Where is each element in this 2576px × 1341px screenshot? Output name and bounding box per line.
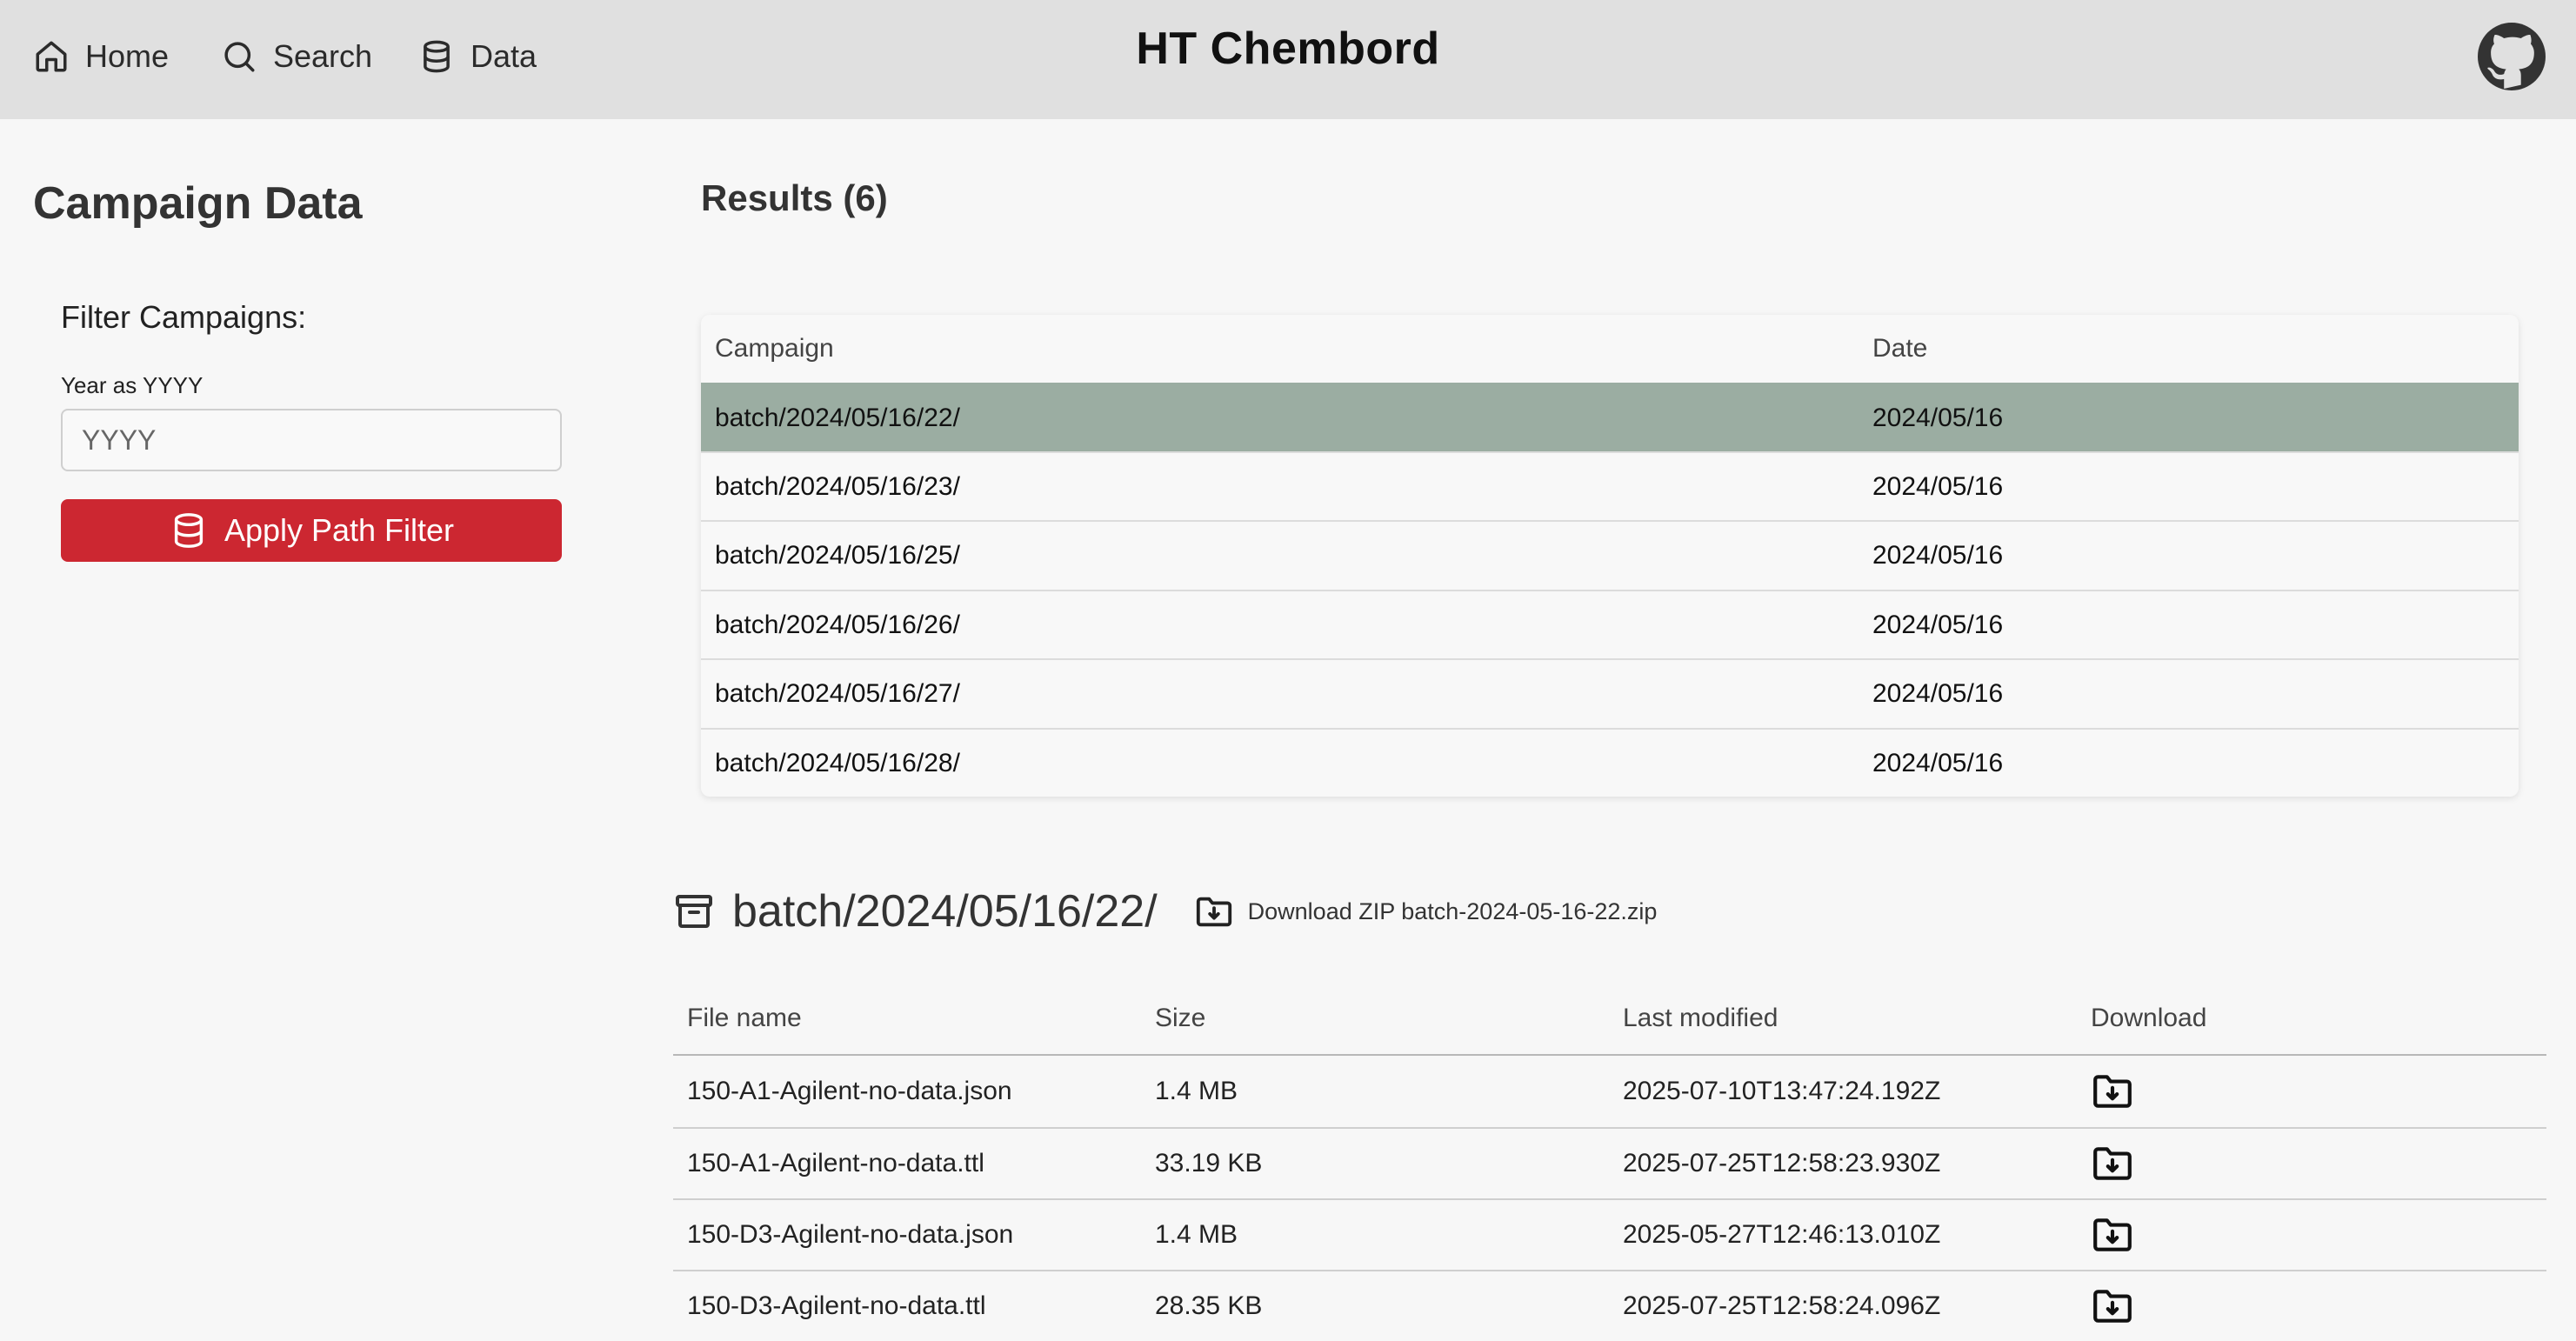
download-zip-link[interactable]: Download ZIP batch-2024-05-16-22.zip xyxy=(1194,891,1658,931)
file-name-cell: 150-D3-Agilent-no-data.ttl xyxy=(687,1291,986,1320)
column-header-download: Download xyxy=(2091,1004,2207,1032)
batch-name: batch/2024/05/16/22/ xyxy=(732,886,1158,937)
last-modified-cell: 2025-07-10T13:47:24.192Z xyxy=(1623,1077,1941,1105)
folder-download-icon xyxy=(2093,1147,2132,1180)
date-cell: 2024/05/16 xyxy=(1872,540,2004,570)
archive-icon xyxy=(673,891,715,932)
campaign-cell: batch/2024/05/16/28/ xyxy=(715,748,960,777)
file-download-button[interactable] xyxy=(2091,1286,2134,1326)
campaign-cell: batch/2024/05/16/27/ xyxy=(715,678,960,708)
file-download-button[interactable] xyxy=(2091,1071,2134,1111)
campaign-cell: batch/2024/05/16/23/ xyxy=(715,471,960,501)
database-icon xyxy=(169,510,209,550)
table-row: 150-A1-Agilent-no-data.json 1.4 MB 2025-… xyxy=(673,1056,2546,1127)
table-row: 150-D3-Agilent-no-data.json 1.4 MB 2025-… xyxy=(673,1198,2546,1270)
file-name-cell: 150-A1-Agilent-no-data.ttl xyxy=(687,1149,984,1178)
date-cell: 2024/05/16 xyxy=(1872,471,2004,501)
campaign-cell: batch/2024/05/16/26/ xyxy=(715,610,960,639)
app-title: HT Chembord xyxy=(1136,23,1440,74)
file-name-cell: 150-A1-Agilent-no-data.json xyxy=(687,1077,1012,1105)
last-modified-cell: 2025-05-27T12:46:13.010Z xyxy=(1623,1220,1941,1249)
file-size-cell: 33.19 KB xyxy=(1155,1149,1263,1178)
campaign-cell: batch/2024/05/16/25/ xyxy=(715,540,960,570)
github-icon[interactable] xyxy=(2478,23,2546,90)
file-download-button[interactable] xyxy=(2091,1215,2134,1255)
table-row: 150-A1-Agilent-no-data.ttl 33.19 KB 2025… xyxy=(673,1127,2546,1198)
last-modified-cell: 2025-07-25T12:58:23.930Z xyxy=(1623,1149,1941,1178)
sidebar-title: Campaign Data xyxy=(33,178,363,229)
column-header-campaign: Campaign xyxy=(715,334,834,363)
file-download-button[interactable] xyxy=(2091,1144,2134,1184)
apply-path-filter-button[interactable]: Apply Path Filter xyxy=(61,499,562,562)
table-row[interactable]: batch/2024/05/16/23/ 2024/05/16 xyxy=(701,451,2519,520)
folder-download-icon xyxy=(2093,1290,2132,1323)
date-cell: 2024/05/16 xyxy=(1872,403,2004,432)
batch-header: batch/2024/05/16/22/ Download ZIP batch-… xyxy=(673,880,1657,943)
date-cell: 2024/05/16 xyxy=(1872,678,2004,708)
folder-download-icon xyxy=(2093,1218,2132,1251)
download-zip-label: Download ZIP batch-2024-05-16-22.zip xyxy=(1247,897,1658,924)
folder-download-icon xyxy=(1194,891,1234,931)
campaign-cell: batch/2024/05/16/22/ xyxy=(715,403,960,432)
file-size-cell: 1.4 MB xyxy=(1155,1077,1238,1105)
date-cell: 2024/05/16 xyxy=(1872,610,2004,639)
last-modified-cell: 2025-07-25T12:58:24.096Z xyxy=(1623,1291,1941,1320)
results-table: Campaign Date batch/2024/05/16/22/ 2024/… xyxy=(701,315,2519,797)
results-title: Results (6) xyxy=(701,177,888,218)
year-label: Year as YYYY xyxy=(61,372,204,398)
table-row[interactable]: batch/2024/05/16/22/ 2024/05/16 xyxy=(701,383,2519,451)
table-row[interactable]: batch/2024/05/16/27/ 2024/05/16 xyxy=(701,658,2519,727)
column-header-last-modified: Last modified xyxy=(1623,1004,1779,1032)
filter-title: Filter Campaigns: xyxy=(61,299,307,335)
column-header-date: Date xyxy=(1872,334,1928,363)
folder-download-icon xyxy=(2093,1075,2132,1108)
table-row[interactable]: batch/2024/05/16/28/ 2024/05/16 xyxy=(701,728,2519,797)
files-table-header: File name Size Last modified Download xyxy=(673,983,2546,1056)
table-row[interactable]: batch/2024/05/16/25/ 2024/05/16 xyxy=(701,520,2519,589)
column-header-size: Size xyxy=(1155,1004,1206,1032)
files-table: File name Size Last modified Download 15… xyxy=(673,983,2546,1341)
year-input[interactable] xyxy=(61,409,562,471)
file-size-cell: 28.35 KB xyxy=(1155,1291,1263,1320)
file-size-cell: 1.4 MB xyxy=(1155,1220,1238,1249)
column-header-file-name: File name xyxy=(687,1004,802,1032)
apply-button-label: Apply Path Filter xyxy=(224,512,455,548)
file-name-cell: 150-D3-Agilent-no-data.json xyxy=(687,1220,1014,1249)
table-row[interactable]: batch/2024/05/16/26/ 2024/05/16 xyxy=(701,590,2519,658)
results-table-header: Campaign Date xyxy=(701,315,2519,383)
top-nav: Home Search Data HT Chembord xyxy=(0,0,2576,119)
date-cell: 2024/05/16 xyxy=(1872,748,2004,777)
